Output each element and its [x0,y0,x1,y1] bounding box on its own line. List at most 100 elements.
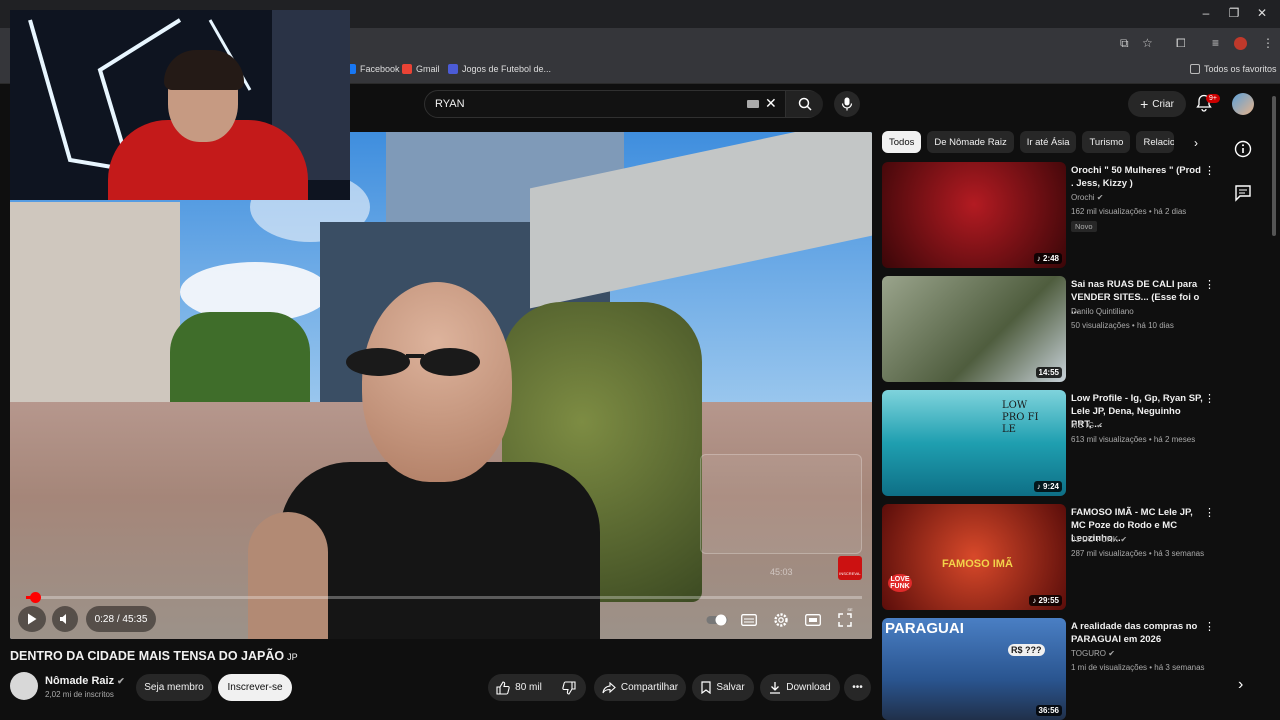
channel-text[interactable]: 01 DO FUNK [1071,535,1118,544]
search-button[interactable] [785,91,823,117]
recommendation-title[interactable]: Orochi " 50 Mulheres " (Prod . Jess, Kiz… [1071,164,1203,190]
video-duration: 36:56 [1035,705,1062,716]
clear-search-icon[interactable]: ✕ [765,95,777,112]
more-options-icon[interactable]: ⋮ [1204,506,1215,519]
cast-icon[interactable]: ⧉ [1120,36,1129,51]
channel-avatar[interactable] [10,672,38,700]
close-window-button[interactable]: ✕ [1252,6,1272,20]
autoplay-toggle[interactable] [706,609,728,631]
video-player[interactable]: 45:03 INSCREVA-SE 0:28 / 45:35 [10,132,872,639]
more-options-icon[interactable]: ⋮ [1204,620,1215,633]
search-input[interactable]: RYAN [435,98,465,110]
recommendation-channel[interactable]: 01 DO FUNK ✔ [1071,535,1127,544]
play-button[interactable] [18,606,46,632]
thumbs-up-icon [496,680,510,695]
subtitles-button[interactable] [738,609,760,631]
video-duration: ♪ 29:55 [1029,595,1062,606]
end-card-video[interactable] [700,454,862,554]
extensions-icon[interactable]: ⧠ [1176,36,1186,51]
channel-text[interactable]: TOGURO [1071,649,1106,658]
subscribe-button[interactable]: Inscrever-se [218,674,292,701]
recommendation-card[interactable]: PARAGUAI R$ ??? 36:56 A realidade das co… [882,618,1215,720]
video-frame-trees [170,312,310,402]
verified-icon: ✔ [117,676,125,686]
volume-button[interactable] [52,606,78,632]
profile-icon[interactable] [1234,37,1247,50]
folder-icon [1190,64,1200,74]
recommendation-channel[interactable]: MC IG ✔ [1071,421,1103,430]
share-label: Compartilhar [620,682,679,693]
more-options-icon[interactable]: ⋮ [1204,392,1215,405]
like-count: 80 mil [515,682,542,693]
minimize-button[interactable]: – [1196,6,1216,20]
recommendation-thumbnail[interactable]: PARAGUAI R$ ??? 36:56 [882,618,1066,720]
gear-icon [774,613,788,627]
account-avatar[interactable] [1232,93,1254,115]
media-icon[interactable]: ≡ [1212,36,1219,50]
thumbs-down-icon [562,680,576,695]
bookmark-star-icon[interactable]: ☆ [1142,36,1153,50]
recommendation-thumbnail[interactable]: 14:55 [882,276,1066,382]
bookmark-facebook[interactable]: Facebook [346,64,400,74]
chip-turismo[interactable]: Turismo [1082,131,1131,153]
channel-name[interactable]: Nômade Raiz ✔ [45,675,125,687]
subscriber-count: 2,02 mi de inscritos [45,690,114,699]
maximize-button[interactable]: ❐ [1224,6,1244,20]
chips-next-chevron-icon[interactable]: › [1194,136,1198,150]
more-dots-icon: ••• [852,682,863,693]
create-button[interactable]: + Criar [1128,91,1186,117]
plus-icon: + [1140,96,1149,112]
bookmark-gmail[interactable]: Gmail [402,64,440,74]
share-button[interactable]: Compartilhar [594,674,686,701]
scrollbar[interactable] [1272,96,1276,236]
video-duration: ♪ 9:24 [1033,481,1062,492]
video-frame-person-body [280,462,600,639]
voice-search-button[interactable] [834,91,860,117]
like-button[interactable]: 80 mil [488,674,550,701]
thumbnail-text: FAMOSO IMÃ [942,558,1013,570]
video-duration: ♪ 2:48 [1033,253,1062,264]
join-button[interactable]: Seja membro [136,674,212,701]
recommendation-channel[interactable]: Danilo Quintiliano [1071,307,1134,316]
channel-name-text[interactable]: Nômade Raiz [45,675,114,687]
progress-scrubber[interactable] [29,592,41,603]
subscribe-watermark[interactable]: INSCREVA-SE [838,556,862,612]
recommendation-channel[interactable]: TOGURO ✔ [1071,649,1115,658]
save-button[interactable]: Salvar [692,674,754,701]
settings-button[interactable] [770,609,792,631]
chat-icon[interactable] [1234,184,1252,202]
search-box[interactable]: RYAN ✕ [424,90,823,118]
download-button[interactable]: Download [760,674,840,701]
recommendation-thumbnail[interactable]: ♪ 2:48 [882,162,1066,268]
keyboard-icon[interactable] [747,100,759,108]
progress-bar[interactable] [26,596,862,599]
verified-icon: ✔ [1108,649,1115,658]
all-bookmarks[interactable]: Todos os favoritos [1190,64,1277,74]
recommendation-title[interactable]: A realidade das compras no PARAGUAI em 2… [1071,620,1203,646]
new-badge: Novo [1071,221,1097,232]
bookmark-jogos[interactable]: Jogos de Futebol de... [448,64,551,74]
chip-relacionados[interactable]: Relacion [1136,131,1175,153]
menu-dots-icon[interactable]: ⋮ [1262,36,1274,50]
more-options-icon[interactable]: ⋮ [1204,164,1215,177]
recommendation-card[interactable]: 14:55 Sai nas RUAS DE CALI para VENDER S… [882,276,1215,386]
panel-next-chevron-icon[interactable]: › [1238,676,1243,694]
download-label: Download [786,682,831,693]
more-options-icon[interactable]: ⋮ [1204,278,1215,291]
recommendation-thumbnail[interactable]: FAMOSO IMÃ LOVE FUNK ♪ 29:55 [882,504,1066,610]
recommendation-thumbnail[interactable]: LOW PRO FI LE ♪ 9:24 [882,390,1066,496]
theater-mode-button[interactable] [802,609,824,631]
recommendation-card[interactable]: FAMOSO IMÃ LOVE FUNK ♪ 29:55 FAMOSO IMÃ … [882,504,1215,614]
fullscreen-button[interactable] [834,609,856,631]
chip-ir-ate-asia[interactable]: Ir até Ásia [1019,131,1077,153]
channel-text[interactable]: Orochi [1071,193,1095,202]
dislike-button[interactable] [552,674,586,701]
recommendation-channel[interactable]: Orochi ✔ [1071,193,1104,202]
info-icon[interactable] [1234,140,1252,158]
recommendation-card[interactable]: LOW PRO FI LE ♪ 9:24 Low Profile - Ig, G… [882,390,1215,500]
recommendation-card[interactable]: ♪ 2:48 Orochi " 50 Mulheres " (Prod . Je… [882,162,1215,272]
chip-todos[interactable]: Todos [882,131,922,153]
chip-de-nomade-raiz[interactable]: De Nômade Raiz [927,131,1014,153]
channel-text[interactable]: MC IG [1071,421,1094,430]
more-actions-button[interactable]: ••• [844,674,871,701]
